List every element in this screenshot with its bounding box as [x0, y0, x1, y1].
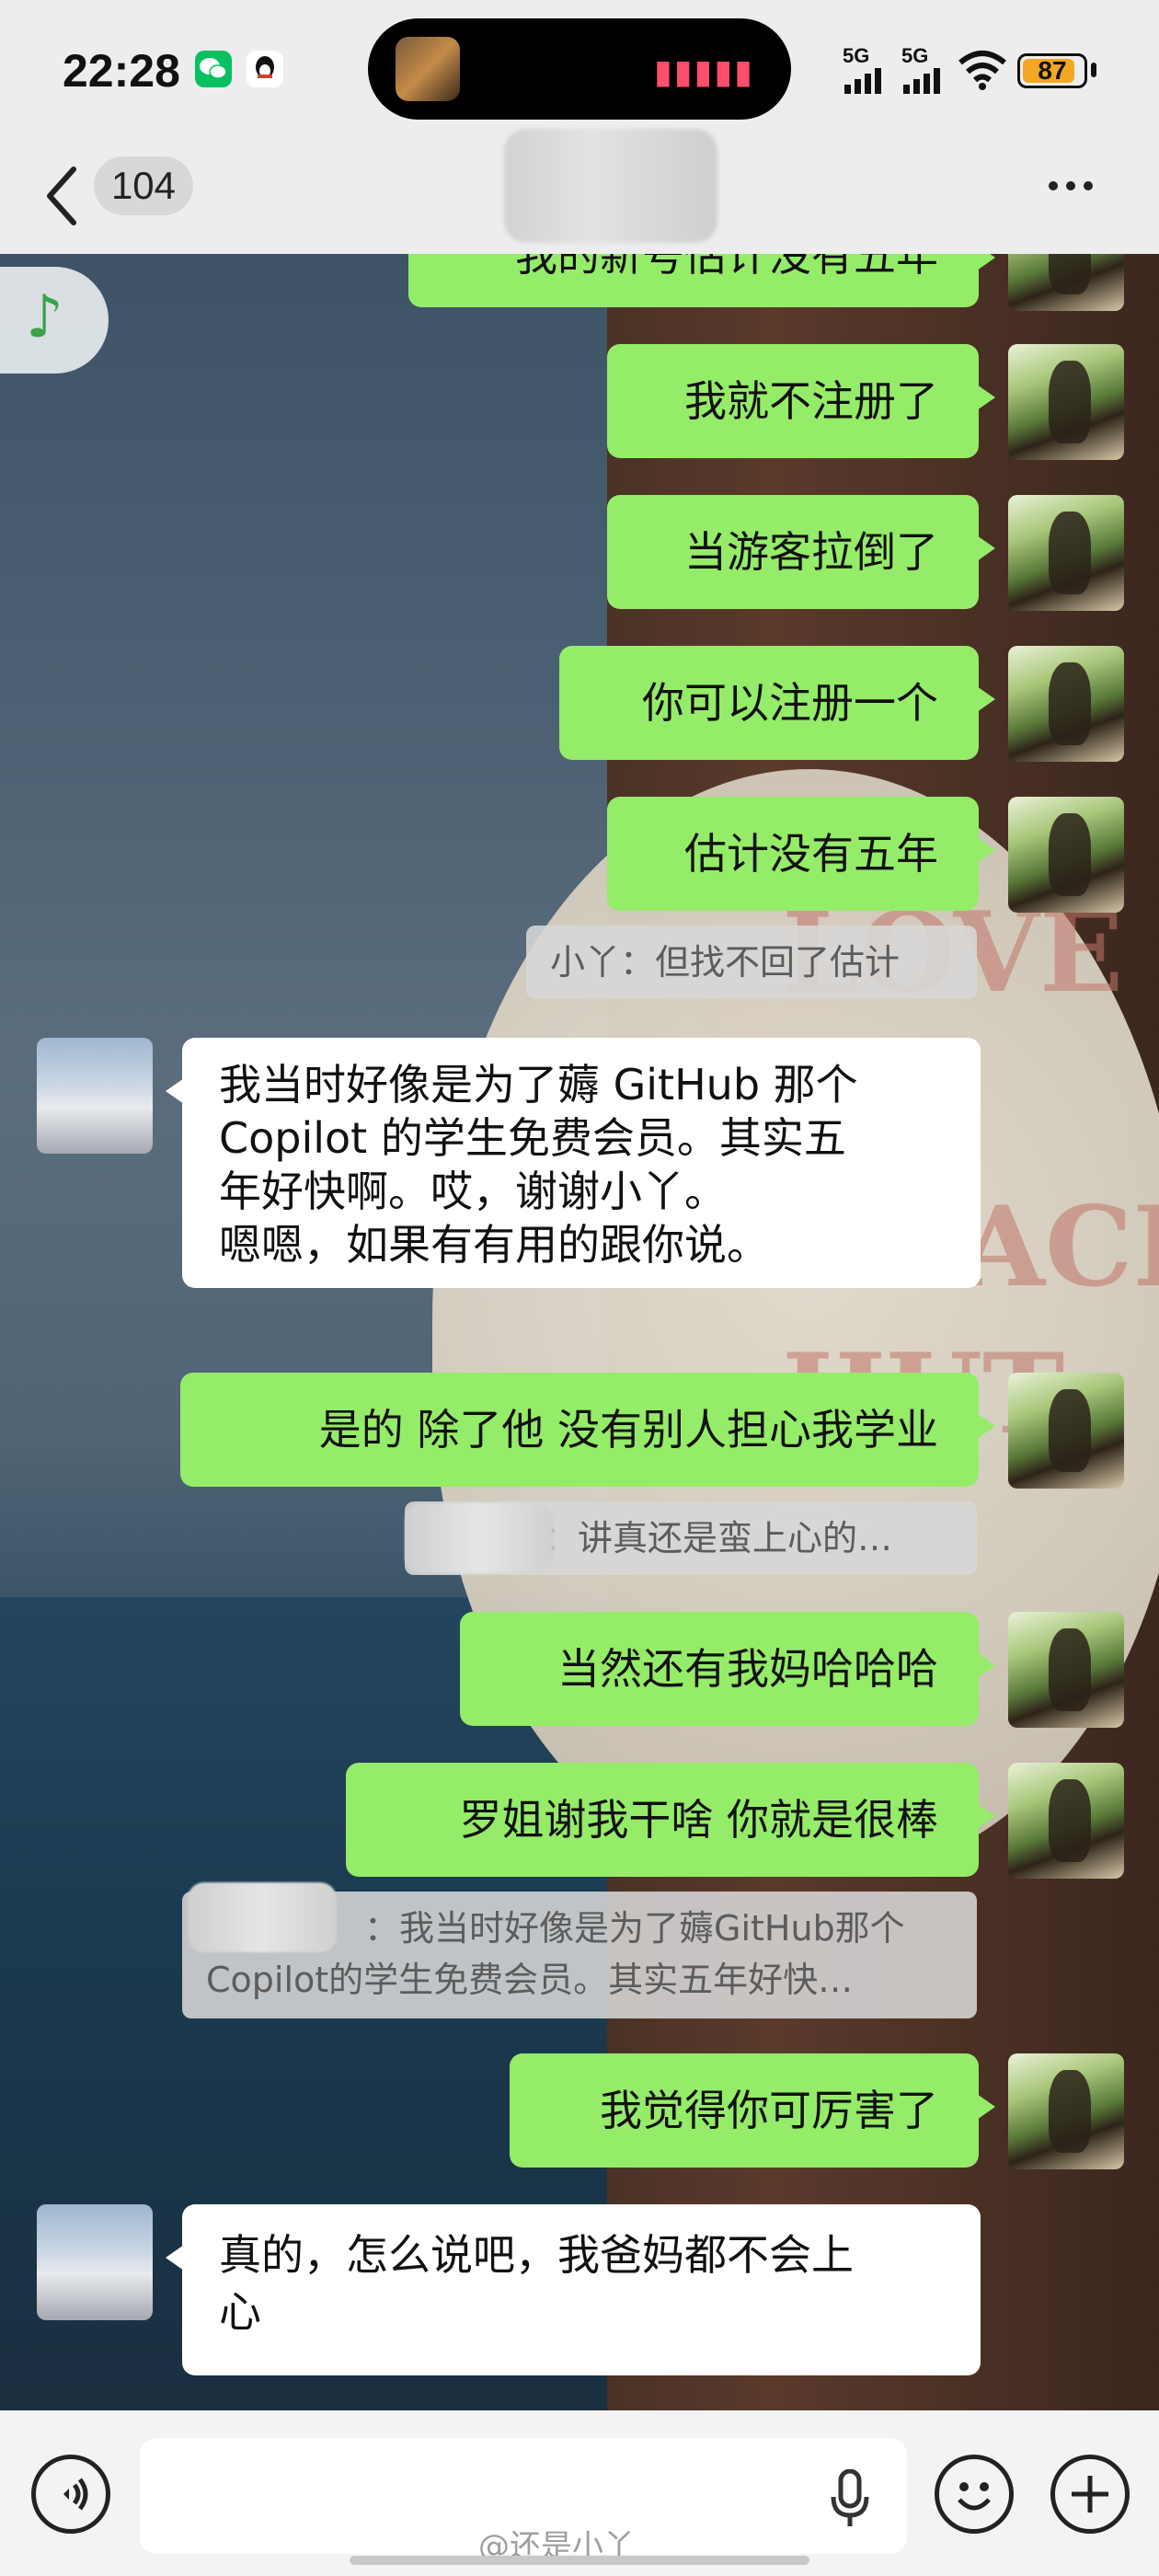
chat-header: 104 [0, 129, 1159, 254]
quoted-reply-preview[interactable]: 小丫：但找不回了估计 [526, 926, 977, 999]
status-bar: 22:28 ▮▮▮▮▮ 5G 5G 87 [0, 0, 1159, 138]
my-avatar[interactable] [1008, 495, 1124, 611]
my-avatar[interactable] [1008, 254, 1124, 311]
outgoing-message-bubble[interactable]: 你可以注册一个 [559, 646, 995, 760]
emoji-icon[interactable] [939, 2459, 1009, 2529]
outgoing-message-bubble[interactable]: 当游客拉倒了 [607, 495, 995, 609]
status-time: 22:28 [63, 45, 180, 97]
voice-toggle-icon[interactable] [36, 2459, 106, 2529]
qq-penguin-icon [247, 51, 283, 87]
my-avatar[interactable] [1008, 2053, 1124, 2169]
contact-avatar[interactable] [37, 2204, 153, 2320]
chat-title-redacted [504, 129, 717, 243]
floating-music-button[interactable]: ♪ [0, 267, 109, 374]
incoming-message-bubble[interactable]: 我当时好像是为了薅 GitHub 那个 Copilot 的学生免费会员。其实五 … [166, 1038, 981, 1288]
wifi-icon [958, 51, 1006, 90]
home-indicator[interactable] [350, 2556, 809, 2565]
microphone-icon[interactable] [828, 2469, 872, 2528]
voice-toggle-button[interactable] [31, 2455, 110, 2534]
dynamic-island[interactable]: ▮▮▮▮▮ [368, 18, 791, 120]
emoji-button[interactable] [935, 2455, 1014, 2534]
plus-icon[interactable] [1055, 2459, 1125, 2529]
my-avatar[interactable] [1008, 1612, 1124, 1728]
signal-bars-icon [844, 68, 881, 94]
my-avatar[interactable] [1008, 1373, 1124, 1489]
signal-bars-icon [903, 68, 940, 94]
redacted-name [405, 1503, 554, 1573]
my-avatar[interactable] [1008, 646, 1124, 762]
chevron-left-icon[interactable] [44, 164, 81, 228]
my-avatar[interactable] [1008, 344, 1124, 460]
outgoing-message-bubble[interactable]: 是的 除了他 没有别人担心我学业 [180, 1373, 995, 1487]
my-avatar[interactable] [1008, 797, 1124, 913]
unread-count-badge[interactable]: 104 [94, 156, 193, 215]
redacted-name [188, 1882, 337, 1952]
outgoing-message-bubble[interactable]: 我的新号估计没有五年 [408, 254, 995, 307]
audio-waveform-icon: ▮▮▮▮▮ [653, 53, 754, 91]
outgoing-message-bubble[interactable]: 罗姐谢我干啥 你就是很棒 [346, 1763, 995, 1877]
battery-indicator: 87 [1017, 53, 1087, 88]
more-functions-button[interactable] [1050, 2455, 1130, 2534]
message-list[interactable]: ♪ 我的新号估计没有五年 我就不注册了 当游客拉倒了 你可以注册一个 估计没有五… [0, 254, 1159, 2410]
contact-avatar[interactable] [37, 1038, 153, 1154]
more-dots-icon[interactable] [1049, 177, 1101, 194]
signal-indicator-1: 5G [843, 46, 889, 98]
now-playing-thumbnail[interactable] [396, 37, 460, 101]
back-button[interactable] [44, 164, 99, 228]
more-options-button[interactable] [1049, 177, 1104, 195]
signal-indicator-2: 5G [901, 46, 947, 98]
music-note-icon[interactable]: ♪ [26, 283, 63, 351]
outgoing-message-bubble[interactable]: 我就不注册了 [607, 344, 995, 458]
outgoing-message-bubble[interactable]: 当然还有我妈哈哈哈 [460, 1612, 995, 1726]
outgoing-message-bubble[interactable]: 估计没有五年 [607, 797, 995, 911]
my-avatar[interactable] [1008, 1763, 1124, 1879]
incoming-message-bubble[interactable]: 真的，怎么说吧，我爸妈都不会上 心 [166, 2204, 981, 2375]
wechat-icon [195, 51, 232, 87]
battery-percent: 87 [1038, 56, 1067, 85]
battery-nub [1091, 63, 1096, 77]
outgoing-message-bubble[interactable]: 我觉得你可厉害了 [510, 2053, 995, 2168]
